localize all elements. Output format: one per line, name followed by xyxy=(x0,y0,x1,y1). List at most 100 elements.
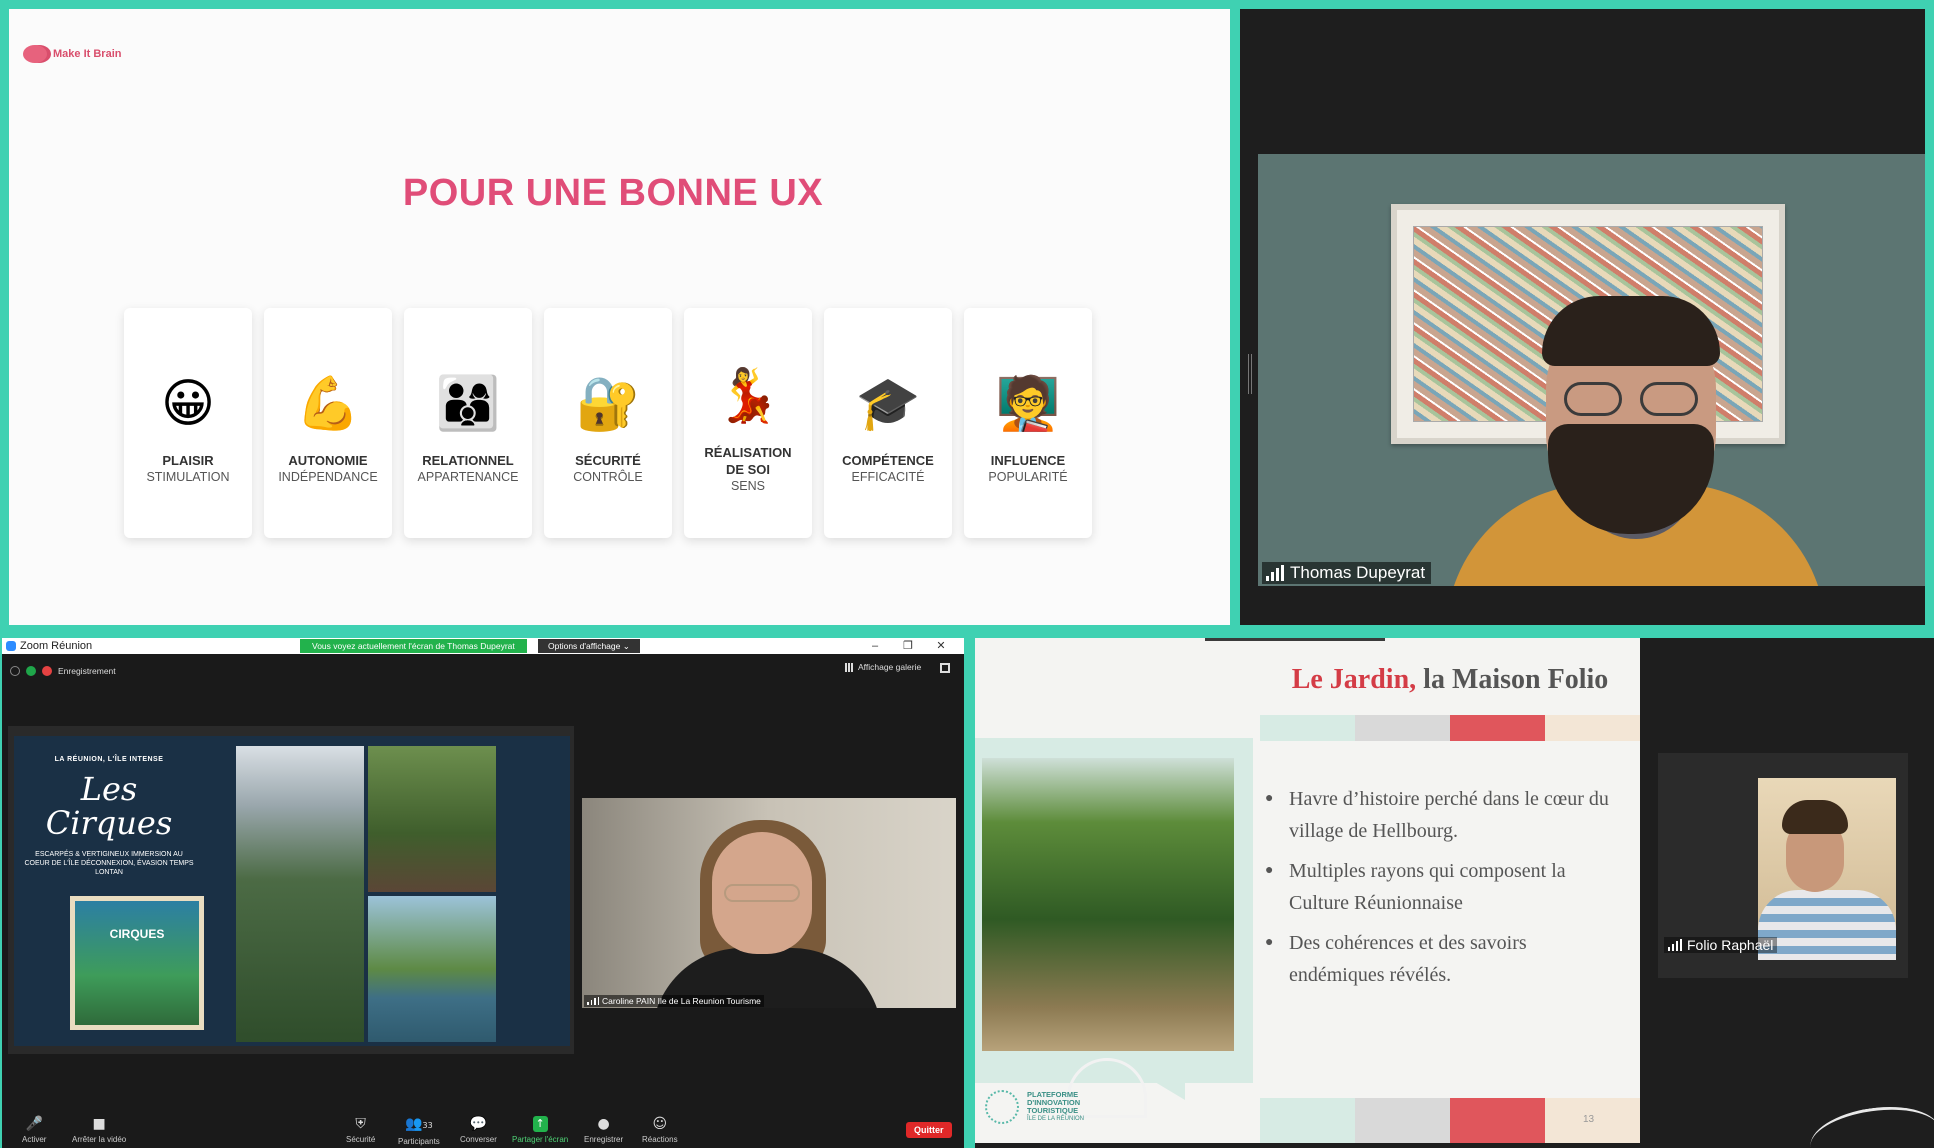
card-relationnel: 👨‍👩‍👦 RELATIONNEL APPARTENANCE xyxy=(404,308,532,538)
shield-icon: ⛨ xyxy=(355,1116,366,1132)
window-title: Zoom Réunion xyxy=(20,640,93,652)
platform-logo: PLATEFORME D'INNOVATION TOURISTIQUE ÎLE … xyxy=(985,1090,1084,1124)
poster-tagline: LA RÉUNION, L'ÎLE INTENSE xyxy=(54,756,164,763)
quit-meeting-button[interactable]: Quitter xyxy=(906,1122,952,1138)
slide-title: POUR UNE BONNE UX xyxy=(402,172,824,214)
card-title: PLAISIR xyxy=(162,453,214,468)
speaker-video-feed[interactable] xyxy=(1258,154,1925,586)
decorative-triangle xyxy=(1145,1076,1185,1100)
recording-icon xyxy=(42,666,52,676)
graduation-cap-icon: 🎓 xyxy=(855,374,921,434)
split-resize-handle[interactable] xyxy=(1248,354,1252,394)
chat-button[interactable]: 💬 Converser xyxy=(460,1116,497,1144)
card-title: SÉCURITÉ xyxy=(575,453,641,468)
card-subtitle: CONTRÔLE xyxy=(573,470,643,484)
poster-book-cover: CIRQUES xyxy=(70,896,204,1030)
signal-strength-icon xyxy=(1266,565,1284,581)
card-subtitle: SENS xyxy=(730,479,766,493)
family-icon: 👨‍👩‍👦 xyxy=(435,374,501,434)
gallery-view-button[interactable]: Affichage galerie xyxy=(845,662,921,672)
flexed-arm-icon: 💪 xyxy=(295,374,361,434)
teacher-icon: 🧑‍🏫 xyxy=(995,374,1061,434)
grid-icon xyxy=(845,662,854,672)
screen-share-banner: Vous voyez actuellement l'écran de Thoma… xyxy=(300,639,527,653)
smiley-icon: 😀 xyxy=(160,374,216,434)
security-button[interactable]: ⛨ Sécurité xyxy=(346,1116,375,1144)
folio-slide: Le Jardin, la Maison Folio Havre d’histo… xyxy=(975,638,1640,1143)
security-label: Sécurité xyxy=(346,1135,376,1144)
card-subtitle: STIMULATION xyxy=(146,470,230,484)
shield-icon[interactable] xyxy=(26,666,36,676)
gallery-view-label: Affichage galerie xyxy=(858,662,922,672)
participant-tile[interactable]: Folio Raphaël xyxy=(1658,753,1908,978)
view-options-label: Options d'affichage xyxy=(548,641,621,651)
close-button[interactable]: ✕ xyxy=(934,638,948,654)
zoom-app-icon xyxy=(6,641,16,651)
info-icon[interactable] xyxy=(10,666,20,676)
share-arrow-icon: ↑ xyxy=(532,1116,548,1132)
reactions-label: Réactions xyxy=(642,1135,678,1144)
fullscreen-icon[interactable] xyxy=(940,663,950,673)
card-competence: 🎓 COMPÉTENCE EFFICACITÉ xyxy=(824,308,952,538)
card-autonomie: 💪 AUTONOMIE INDÉPENDANCE xyxy=(264,308,392,538)
participant-video-feed[interactable]: Caroline PAIN Ile de La Reunion Tourisme xyxy=(582,798,956,1008)
record-icon: ● xyxy=(597,1116,610,1132)
card-title: INFLUENCE xyxy=(990,453,1066,468)
mute-label: Activer xyxy=(22,1135,47,1144)
card-subtitle: INDÉPENDANCE xyxy=(278,470,378,484)
speaker-person xyxy=(1446,274,1826,586)
poster-title-line2: Cirques xyxy=(45,804,173,842)
participants-button[interactable]: 👥33 Participants xyxy=(398,1116,440,1146)
reaction-smiley-icon: ☺ xyxy=(652,1116,668,1132)
participant-video-feed[interactable] xyxy=(1758,778,1896,960)
poster-description: ESCARPÉS & VERTIGINEUX IMMERSION AU COEU… xyxy=(24,851,194,876)
decorative-swoosh xyxy=(1806,1099,1934,1148)
logo-line: ÎLE DE LA RÉUNION xyxy=(1027,1116,1085,1122)
lock-key-icon: 🔐 xyxy=(575,374,641,434)
logo-line: TOURISTIQUE xyxy=(1027,1106,1079,1115)
mute-button[interactable]: 🎤 Activer xyxy=(22,1116,46,1144)
participant-name-tag: Caroline PAIN Ile de La Reunion Tourisme xyxy=(584,995,764,1007)
record-button[interactable]: ● Enregistrer xyxy=(584,1116,623,1144)
video-camera-icon: ■ xyxy=(92,1116,106,1132)
card-realisation: 💃 RÉALISATION DE SOI SENS xyxy=(684,308,812,538)
book-title: CIRQUES xyxy=(109,927,165,941)
participant-name: Caroline PAIN Ile de La Reunion Tourisme xyxy=(602,996,761,1006)
view-options-button[interactable]: Options d'affichage ⌄ xyxy=(538,639,640,653)
meeting-info-bar: Enregistrement xyxy=(2,662,964,680)
card-securite: 🔐 SÉCURITÉ CONTRÔLE xyxy=(544,308,672,538)
mountain-hiker-photo xyxy=(236,746,364,1042)
share-label: Partager l'écran xyxy=(512,1135,569,1144)
microphone-muted-icon: 🎤 xyxy=(25,1116,43,1132)
slide-title: Le Jardin, la Maison Folio xyxy=(1265,664,1635,696)
minimize-button[interactable]: – xyxy=(868,638,882,654)
card-title: RELATIONNEL xyxy=(422,453,514,468)
folio-presentation-panel: Le Jardin, la Maison Folio Havre d’histo… xyxy=(975,638,1934,1148)
stop-video-button[interactable]: ■ Arrêter la vidéo xyxy=(72,1116,126,1144)
garden-photo xyxy=(982,758,1234,1118)
creole-house-photo xyxy=(368,896,496,1042)
participant-name-tag: Folio Raphaël xyxy=(1664,937,1778,953)
speaker-name-tag: Thomas Dupeyrat xyxy=(1262,562,1432,584)
chat-bubble-icon: 💬 xyxy=(469,1116,488,1132)
participants-icon: 👥33 xyxy=(405,1116,433,1132)
reactions-button[interactable]: ☺ Réactions xyxy=(642,1116,678,1144)
bullet-item: Des cohérences et des savoirs endémiques… xyxy=(1265,927,1625,991)
meeting-toolbar: 🎤 Activer ■ Arrêter la vidéo ⛨ Sécurité 👥33… xyxy=(2,1112,964,1148)
top-tab-strip xyxy=(1205,638,1385,641)
card-plaisir: 😀 PLAISIR STIMULATION xyxy=(124,308,252,538)
card-subtitle: EFFICACITÉ xyxy=(851,470,925,484)
brain-icon xyxy=(23,45,47,63)
restore-button[interactable]: ❐ xyxy=(901,638,915,654)
speaker-video-panel: Thomas Dupeyrat xyxy=(1240,9,1925,625)
brand-logo: Make It Brain xyxy=(23,45,121,63)
record-label: Enregistrer xyxy=(584,1135,624,1144)
bullet-item: Multiples rayons qui composent la Cultur… xyxy=(1265,855,1625,919)
color-band-top xyxy=(1260,715,1640,741)
title-highlight: Le Jardin, xyxy=(1291,664,1417,695)
share-screen-button[interactable]: ↑ Partager l'écran xyxy=(512,1116,568,1144)
signal-strength-icon xyxy=(587,997,599,1005)
card-subtitle: APPARTENANCE xyxy=(417,470,519,484)
video-label: Arrêter la vidéo xyxy=(72,1135,127,1144)
participants-count: 33 xyxy=(422,1121,433,1130)
